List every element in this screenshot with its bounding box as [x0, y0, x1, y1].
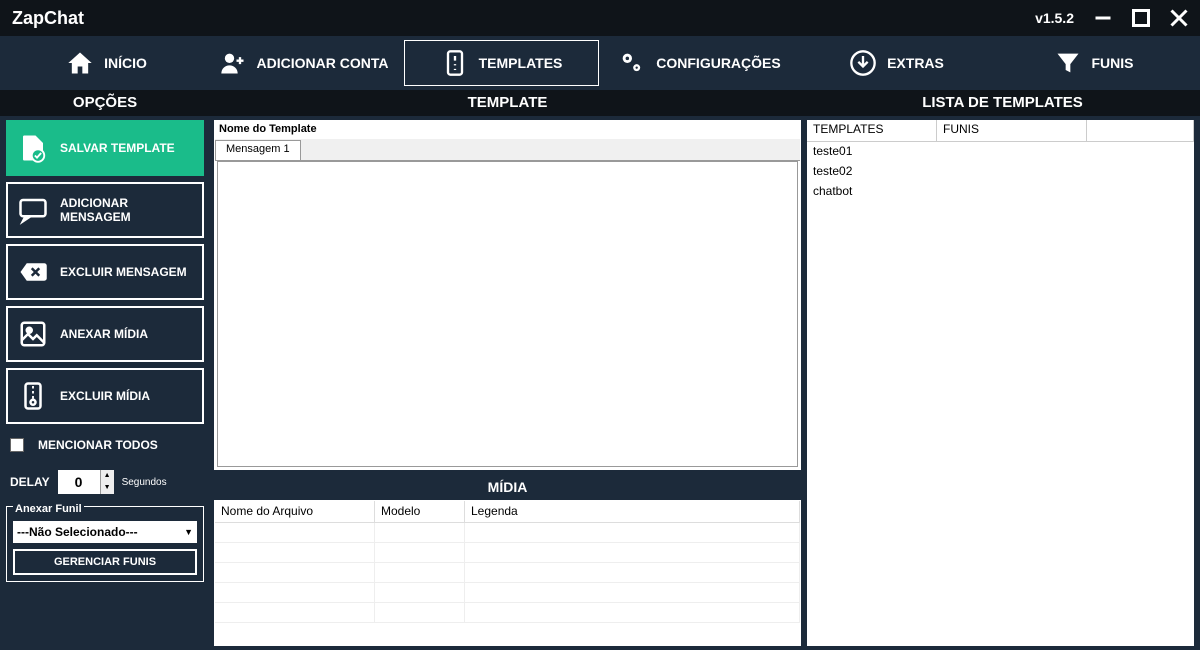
fieldset-legend: Anexar Funil: [13, 503, 84, 515]
button-label: ANEXAR MÍDIA: [60, 327, 148, 341]
nav-extras[interactable]: EXTRAS: [800, 40, 993, 86]
image-icon: [18, 319, 48, 349]
attach-media-button[interactable]: ANEXAR MÍDIA: [6, 306, 204, 362]
minimize-button[interactable]: [1094, 9, 1112, 27]
save-template-button[interactable]: SALVAR TEMPLATE: [6, 120, 204, 176]
zip-icon: [18, 381, 48, 411]
mention-all-checkbox[interactable]: [10, 438, 24, 452]
add-message-button[interactable]: ADICIONAR MENSAGEM: [6, 182, 204, 238]
delete-message-button[interactable]: EXCLUIR MENSAGEM: [6, 244, 204, 300]
list-item[interactable]: teste01: [807, 142, 1194, 162]
templates-list-table: TEMPLATES FUNIS teste01 teste02 chatbot: [807, 120, 1194, 646]
mention-all-row: MENCIONAR TODOS: [6, 430, 204, 460]
col-legenda[interactable]: Legenda: [465, 501, 800, 522]
col-modelo[interactable]: Modelo: [375, 501, 465, 522]
template-name-input[interactable]: Nome do Template: [215, 121, 800, 139]
nav-templates[interactable]: TEMPLATES: [404, 40, 599, 86]
options-sidebar: SALVAR TEMPLATE ADICIONAR MENSAGEM EXCLU…: [0, 116, 210, 650]
delay-label: DELAY: [10, 475, 50, 489]
delay-row: DELAY 0 ▲▼ Segundos: [6, 466, 204, 498]
header-template: TEMPLATE: [210, 90, 805, 116]
chevron-down-icon: ▼: [184, 527, 193, 537]
midia-header: MÍDIA: [214, 476, 801, 498]
funnel-icon: [1054, 49, 1082, 77]
midia-table: Nome do Arquivo Modelo Legenda: [214, 500, 801, 646]
download-icon: [849, 49, 877, 77]
button-label: EXCLUIR MENSAGEM: [60, 265, 187, 279]
backspace-icon: [18, 257, 48, 287]
template-icon: [441, 49, 469, 77]
button-label: ADICIONAR MENSAGEM: [60, 196, 192, 224]
button-label: EXCLUIR MÍDIA: [60, 389, 150, 403]
templates-list-panel: TEMPLATES FUNIS teste01 teste02 chatbot: [805, 116, 1200, 650]
checkbox-label: MENCIONAR TODOS: [38, 438, 158, 452]
funil-select[interactable]: ---Não Selecionado--- ▼: [13, 521, 197, 543]
nav-label: CONFIGURAÇÕES: [656, 55, 780, 71]
col-templates[interactable]: TEMPLATES: [807, 120, 937, 141]
user-plus-icon: [219, 49, 247, 77]
nav-label: TEMPLATES: [479, 55, 563, 71]
delete-media-button[interactable]: EXCLUIR MÍDIA: [6, 368, 204, 424]
list-item[interactable]: chatbot: [807, 182, 1194, 202]
button-label: SALVAR TEMPLATE: [60, 141, 175, 155]
app-name: ZapChat: [12, 8, 84, 29]
nav-adicionar-conta[interactable]: ADICIONAR CONTA: [207, 40, 400, 86]
template-panel: Nome do Template Mensagem 1 MÍDIA Nome d…: [210, 116, 805, 650]
message-tabs: Mensagem 1: [215, 139, 800, 161]
nav-label: INÍCIO: [104, 55, 147, 71]
header-lista: LISTA DE TEMPLATES: [805, 90, 1200, 116]
delay-input[interactable]: 0 ▲▼: [58, 470, 114, 494]
tab-mensagem-1[interactable]: Mensagem 1: [215, 140, 301, 160]
select-value: ---Não Selecionado---: [17, 525, 138, 539]
nav-label: FUNIS: [1092, 55, 1134, 71]
spinner-up[interactable]: ▲: [101, 470, 114, 482]
nav-inicio[interactable]: INÍCIO: [10, 40, 203, 86]
list-item[interactable]: teste02: [807, 162, 1194, 182]
message-textarea[interactable]: [217, 161, 798, 467]
gerenciar-funis-button[interactable]: GERENCIAR FUNIS: [13, 549, 197, 575]
close-button[interactable]: [1170, 9, 1188, 27]
nav-label: ADICIONAR CONTA: [257, 55, 389, 71]
gear-icon: [618, 49, 646, 77]
message-icon: [18, 195, 48, 225]
nav-configuracoes[interactable]: CONFIGURAÇÕES: [603, 40, 796, 86]
col-funis[interactable]: FUNIS: [937, 120, 1087, 141]
delay-unit: Segundos: [122, 477, 167, 488]
nav-funis[interactable]: FUNIS: [997, 40, 1190, 86]
save-check-icon: [18, 133, 48, 163]
navbar: INÍCIO ADICIONAR CONTA TEMPLATES CONFIGU…: [0, 36, 1200, 90]
section-headers: OPÇÕES TEMPLATE LISTA DE TEMPLATES: [0, 90, 1200, 116]
home-icon: [66, 49, 94, 77]
version-label: v1.5.2: [1035, 10, 1074, 26]
nav-label: EXTRAS: [887, 55, 944, 71]
header-opcoes: OPÇÕES: [0, 90, 210, 116]
delay-value: 0: [58, 474, 100, 490]
col-arquivo[interactable]: Nome do Arquivo: [215, 501, 375, 522]
anexar-funil-fieldset: Anexar Funil ---Não Selecionado--- ▼ GER…: [6, 506, 204, 582]
titlebar: ZapChat v1.5.2: [0, 0, 1200, 36]
spinner-down[interactable]: ▼: [101, 482, 114, 494]
maximize-button[interactable]: [1132, 9, 1150, 27]
